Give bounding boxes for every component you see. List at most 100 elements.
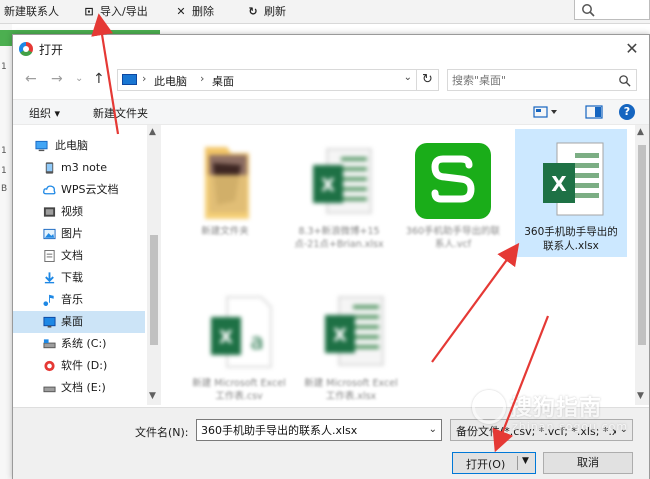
filename-label: 文件名(N): xyxy=(135,426,189,439)
chevron-right-icon[interactable]: › xyxy=(142,72,146,85)
dialog-titlebar: 打开 ✕ xyxy=(13,35,649,63)
nav-item-videos[interactable]: 视频 xyxy=(13,201,145,223)
watermark-url: zhinan.sogou.com xyxy=(512,420,629,433)
file-item[interactable]: 新建文件夹 xyxy=(173,129,277,279)
svg-text:X: X xyxy=(219,327,233,348)
nav-item-pc[interactable]: 此电脑 xyxy=(13,135,145,157)
search-icon xyxy=(619,75,631,87)
chevron-down-icon[interactable]: ⌄ xyxy=(429,424,437,435)
delete-label: 删除 xyxy=(192,5,214,18)
nav-label: 此电脑 xyxy=(55,139,88,152)
nav-label: 文档 xyxy=(61,249,83,262)
refresh-button[interactable]: ↻ 刷新 xyxy=(246,3,286,21)
drive-c-icon xyxy=(43,339,56,349)
nav-label: 软件 (D:) xyxy=(61,359,108,372)
watermark-logo-icon xyxy=(472,390,506,424)
search-input-box[interactable] xyxy=(447,69,637,91)
filename-combobox[interactable]: ⌄ xyxy=(196,419,442,441)
nav-label: 桌面 xyxy=(61,315,83,328)
scroll-up-icon[interactable]: ▲ xyxy=(637,127,644,137)
breadcrumb-item-pc[interactable]: 此电脑 xyxy=(154,73,187,89)
picture-icon xyxy=(43,228,56,240)
open-button[interactable]: 打开(O) ▼ xyxy=(452,452,536,474)
pc-icon xyxy=(122,74,137,85)
document-icon xyxy=(44,250,55,262)
organize-button[interactable]: 组织 ▾ xyxy=(29,105,60,121)
nav-item-downloads[interactable]: 下载 xyxy=(13,267,145,289)
pc-icon xyxy=(35,140,48,152)
address-row: ← → ⌄ ↑ › 此电脑 › 桌面 ⌄ ↻ xyxy=(13,67,649,93)
svg-text:X: X xyxy=(551,172,567,196)
app-left-strip: 1 1 1 B xyxy=(0,24,12,479)
excel-file-icon: X xyxy=(313,148,372,214)
scroll-down-icon[interactable]: ▼ xyxy=(149,391,156,401)
close-icon[interactable]: ✕ xyxy=(621,38,643,60)
delete-button[interactable]: ✕ 删除 xyxy=(174,3,214,21)
vcf-file-icon xyxy=(415,143,491,219)
download-icon xyxy=(44,272,55,284)
desktop-icon xyxy=(43,316,56,328)
nav-item-desktop[interactable]: 桌面 xyxy=(13,311,145,333)
svg-text:X: X xyxy=(321,175,335,196)
open-label: 打开(O) xyxy=(466,458,506,471)
nav-item-drive-c[interactable]: 系统 (C:) xyxy=(13,333,145,355)
app-logo-icon xyxy=(19,42,33,56)
scroll-up-icon[interactable]: ▲ xyxy=(149,127,156,137)
nav-scrollbar[interactable]: ▲ ▼ xyxy=(147,125,161,405)
delete-icon: ✕ xyxy=(176,5,186,18)
file-name: 8.3+新浪微博+15点-21点+Brian.xlsx xyxy=(294,226,384,250)
view-options-icon[interactable] xyxy=(533,105,559,119)
nav-item-pictures[interactable]: 图片 xyxy=(13,223,145,245)
search-input[interactable] xyxy=(452,72,612,88)
file-item[interactable]: X a 新建 Microsoft Excel 工作表.csv xyxy=(187,281,291,405)
video-icon xyxy=(43,207,56,217)
refresh-label: 刷新 xyxy=(264,5,286,18)
cloud-icon xyxy=(43,185,56,195)
app-search-input[interactable] xyxy=(574,0,650,20)
row-number: 1 xyxy=(1,166,7,176)
nav-label: 下载 xyxy=(61,271,83,284)
import-export-button[interactable]: ⊡ 导入/导出 xyxy=(82,3,148,21)
nav-item-m3-note[interactable]: m3 note xyxy=(13,157,145,179)
new-contact-button[interactable]: 新建联系人 xyxy=(4,3,59,21)
refresh-icon: ↻ xyxy=(248,5,258,18)
import-export-icon: ⊡ xyxy=(84,5,94,18)
nav-label: 系统 (C:) xyxy=(61,337,107,350)
scroll-thumb[interactable] xyxy=(638,145,646,345)
row-number: 1 xyxy=(1,146,7,156)
help-icon[interactable]: ? xyxy=(619,104,635,120)
file-item[interactable]: X 新建 Microsoft Excel 工作表.xlsx xyxy=(299,281,403,405)
nav-item-wps-cloud[interactable]: WPS云文档 xyxy=(13,179,145,201)
app-toolbar: 新建联系人 ⊡ 导入/导出 ✕ 删除 ↻ 刷新 xyxy=(0,0,650,24)
row-number: B xyxy=(1,184,8,194)
drive-icon xyxy=(45,162,54,174)
chevron-down-icon[interactable]: ⌄ xyxy=(404,72,412,83)
forward-arrow-icon[interactable]: → xyxy=(51,71,63,87)
new-folder-button[interactable]: 新建文件夹 xyxy=(93,105,148,121)
breadcrumb-item-desktop[interactable]: 桌面 xyxy=(212,73,234,89)
refresh-icon[interactable]: ↻ xyxy=(417,69,439,91)
scroll-thumb[interactable] xyxy=(150,235,158,345)
nav-label: m3 note xyxy=(61,161,107,174)
file-name: 360手机助手导出的联系人.vcf xyxy=(405,226,501,250)
nav-item-music[interactable]: 音乐 xyxy=(13,289,145,311)
import-export-label: 导入/导出 xyxy=(100,5,148,18)
back-arrow-icon[interactable]: ← xyxy=(25,71,37,87)
recent-dropdown-icon[interactable]: ⌄ xyxy=(75,73,83,84)
nav-item-drive-e[interactable]: 文档 (E:) xyxy=(13,377,145,399)
split-divider xyxy=(517,456,518,470)
preview-pane-icon[interactable] xyxy=(585,105,603,119)
file-item-selected[interactable]: X 360手机助手导出的联系人.xlsx xyxy=(515,129,627,257)
filename-input[interactable] xyxy=(201,422,421,438)
file-view-scrollbar[interactable]: ▲ ▼ xyxy=(635,125,649,405)
nav-item-drive-d[interactable]: 软件 (D:) xyxy=(13,355,145,377)
file-item[interactable]: 360手机助手导出的联系人.vcf xyxy=(401,129,505,279)
up-arrow-icon[interactable]: ↑ xyxy=(93,71,105,87)
breadcrumb[interactable]: › 此电脑 › 桌面 ⌄ xyxy=(117,69,417,91)
file-item[interactable]: X 8.3+新浪微博+15点-21点+Brian.xlsx xyxy=(287,129,391,279)
drive-e-icon xyxy=(43,386,56,393)
nav-item-documents[interactable]: 文档 xyxy=(13,245,145,267)
cancel-button[interactable]: 取消 xyxy=(543,452,633,474)
open-dropdown-icon[interactable]: ▼ xyxy=(522,456,529,466)
chevron-right-icon[interactable]: › xyxy=(200,72,204,85)
